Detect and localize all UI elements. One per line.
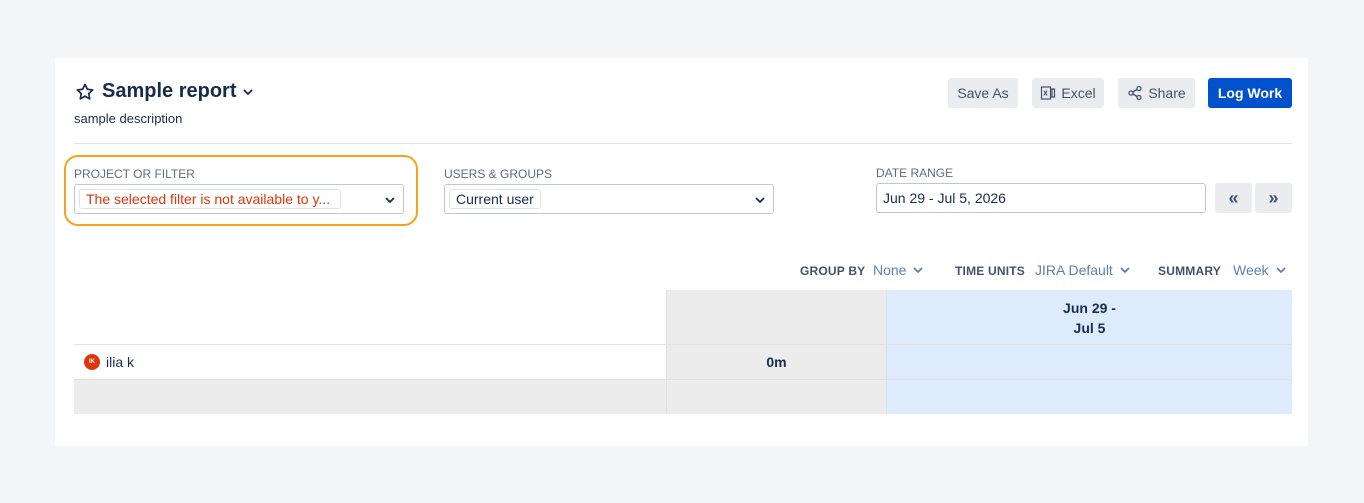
chevron-down-icon: [1276, 265, 1286, 275]
row-total: 0m: [766, 354, 787, 370]
worklog-table: Jun 29 - Jul 5 IK ilia k 0m: [74, 290, 1292, 414]
users-groups-label: USERS & GROUPS: [444, 167, 553, 181]
summary-label: SUMMARY: [1158, 264, 1221, 278]
week-header-line1: Jun 29 -: [1063, 300, 1116, 316]
group-by-label: GROUP BY: [800, 264, 866, 278]
row-divider: [74, 379, 1292, 380]
project-filter-label: PROJECT OR FILTER: [74, 167, 195, 181]
time-units-label: TIME UNITS: [955, 264, 1025, 278]
excel-label: Excel: [1061, 85, 1096, 101]
chevron-down-icon: [755, 195, 765, 205]
report-card: Sample report sample description Save As…: [55, 58, 1308, 446]
chevron-down-icon: [1120, 265, 1130, 275]
chevron-down-icon: [913, 265, 923, 275]
total-column: [666, 290, 887, 414]
share-icon: [1127, 85, 1143, 101]
next-period-button[interactable]: »: [1255, 183, 1292, 213]
previous-period-button[interactable]: «: [1215, 183, 1252, 213]
date-range-value: Jun 29 - Jul 5, 2026: [883, 190, 1006, 206]
users-groups-value: Current user: [449, 189, 541, 209]
next-period-label: »: [1268, 187, 1279, 208]
project-filter-select[interactable]: The selected filter is not available to …: [74, 184, 404, 214]
avatar: IK: [84, 354, 100, 370]
excel-icon: [1040, 85, 1056, 101]
excel-button[interactable]: Excel: [1032, 78, 1104, 108]
column-divider: [666, 290, 667, 414]
log-work-button[interactable]: Log Work: [1208, 78, 1292, 108]
footer-row: [74, 379, 666, 414]
user-name: ilia k: [106, 354, 135, 370]
save-as-button[interactable]: Save As: [948, 78, 1018, 108]
report-header: Sample report: [75, 80, 254, 103]
previous-period-label: «: [1228, 187, 1239, 208]
report-title: Sample report: [102, 80, 237, 102]
log-work-label: Log Work: [1217, 85, 1283, 101]
save-as-label: Save As: [957, 85, 1009, 101]
date-range-label: DATE RANGE: [876, 166, 954, 180]
report-description: sample description: [74, 111, 183, 126]
share-label: Share: [1148, 85, 1186, 101]
chevron-down-icon: [385, 195, 395, 205]
header-divider: [74, 143, 1292, 144]
group-by-value: None: [873, 262, 907, 278]
summary-value: Week: [1233, 262, 1269, 278]
project-filter-value: The selected filter is not available to …: [79, 189, 341, 209]
chevron-down-icon[interactable]: [242, 86, 254, 98]
share-button[interactable]: Share: [1118, 78, 1195, 108]
time-units-value: JIRA Default: [1035, 262, 1113, 278]
date-range-input[interactable]: Jun 29 - Jul 5, 2026: [876, 183, 1206, 213]
week-column-header: Jun 29 - Jul 5: [887, 298, 1292, 338]
row-divider: [74, 344, 1292, 345]
table-row[interactable]: IK ilia k: [84, 354, 134, 370]
group-by-dropdown[interactable]: None: [873, 262, 923, 278]
star-icon[interactable]: [75, 82, 95, 102]
summary-dropdown[interactable]: Week: [1233, 262, 1286, 278]
week-header-line2: Jul 5: [1073, 320, 1106, 336]
time-units-dropdown[interactable]: JIRA Default: [1035, 262, 1130, 278]
users-groups-select[interactable]: Current user: [444, 184, 774, 214]
